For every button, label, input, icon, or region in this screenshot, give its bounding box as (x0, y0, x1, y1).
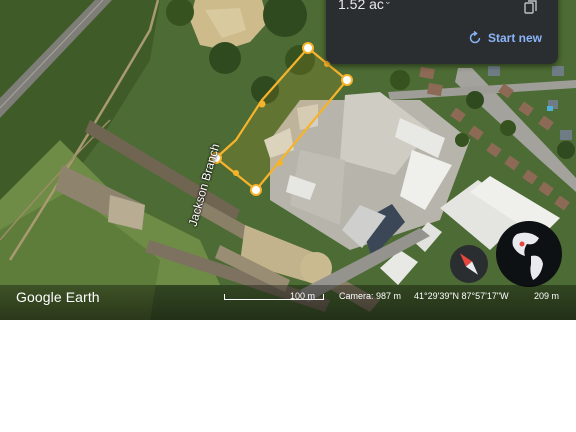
globe-icon[interactable] (495, 220, 563, 288)
camera-altitude: Camera: 987 m (339, 291, 402, 301)
coordinates: 41°29'39"N 87°57'17"W (414, 291, 509, 301)
map-viewport[interactable]: Jackson Branch 1.52 ac ⌄ Start new Googl… (0, 0, 576, 320)
refresh-icon (469, 31, 481, 44)
elevation: 209 m (534, 291, 560, 301)
start-new-label: Start new (488, 31, 543, 45)
area-value[interactable]: 1.52 ac (338, 0, 384, 12)
chevron-down-icon[interactable]: ⌄ (384, 0, 392, 7)
start-new-button[interactable]: Start new (468, 28, 542, 48)
info-bar: Google Earth 100 m Camera: 987 m 41°29'3… (0, 285, 576, 320)
google-earth-logo: Google Earth (16, 289, 100, 305)
measure-panel: 1.52 ac ⌄ Start new (326, 0, 558, 64)
copy-icon[interactable] (524, 0, 538, 14)
compass-icon[interactable] (449, 244, 489, 284)
scale-label: 100 m (290, 291, 316, 301)
